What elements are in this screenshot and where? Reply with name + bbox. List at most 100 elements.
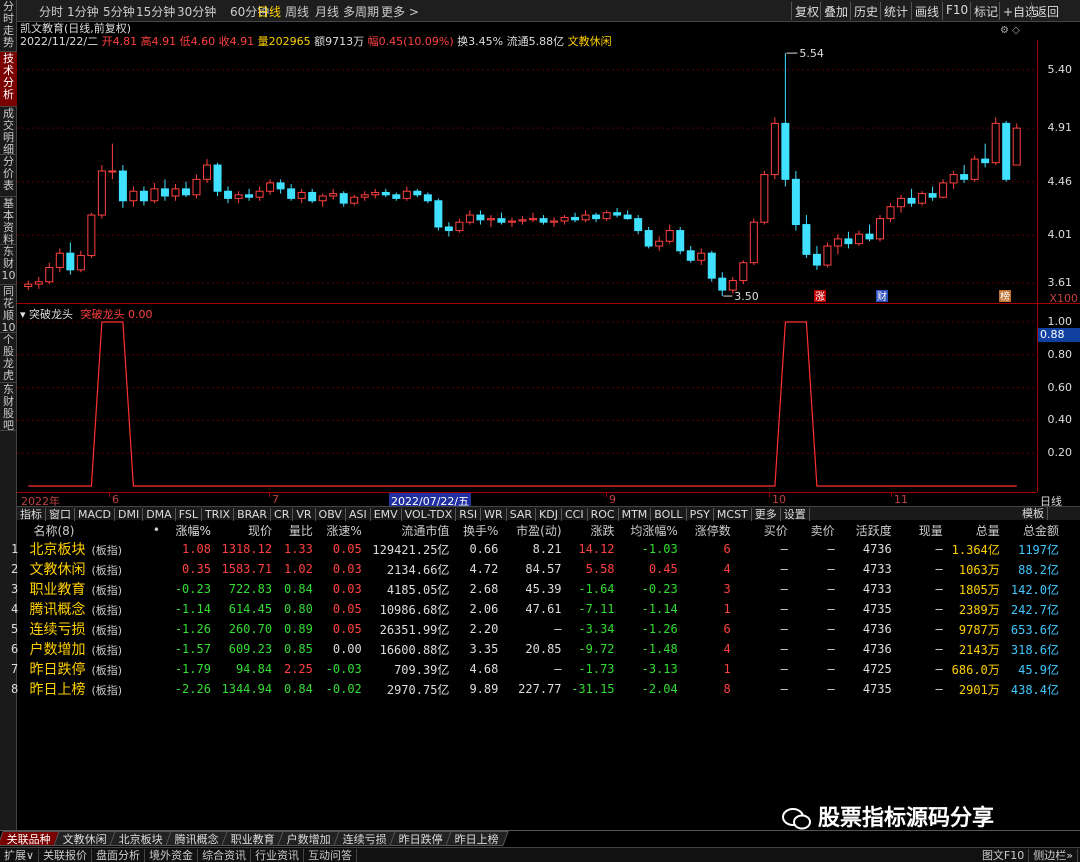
candle[interactable]: [770, 117, 779, 180]
candle[interactable]: [865, 224, 874, 242]
candle[interactable]: [476, 210, 485, 225]
col-header-13[interactable]: 买价: [735, 521, 792, 539]
indicator-tab-8[interactable]: CR: [271, 508, 294, 521]
indicator-tab-6[interactable]: TRIX: [202, 508, 235, 521]
candle[interactable]: [171, 184, 180, 201]
indicator-tab-16[interactable]: SAR: [507, 508, 537, 521]
indicator-tab-2[interactable]: MACD: [75, 508, 115, 521]
col-header-17[interactable]: 总量: [947, 521, 1004, 539]
period-8[interactable]: 月线: [315, 3, 339, 20]
candle[interactable]: [1012, 123, 1021, 166]
col-header-8[interactable]: 换手%: [453, 521, 502, 539]
toolbar-button-4[interactable]: 画线: [911, 2, 942, 20]
candle[interactable]: [907, 188, 916, 207]
cell-name[interactable]: 北京板块 (板指): [29, 539, 143, 559]
candle[interactable]: [518, 216, 527, 225]
related-tab-4[interactable]: 职业教育: [221, 831, 285, 846]
status-item-6[interactable]: 互动问答: [304, 849, 358, 862]
candle[interactable]: [749, 218, 758, 266]
col-header-5[interactable]: 量比: [276, 521, 317, 539]
candle[interactable]: [413, 188, 422, 198]
candle[interactable]: [255, 186, 264, 201]
candle[interactable]: [507, 217, 516, 227]
col-header-7[interactable]: 流通市值: [366, 521, 454, 539]
table-row[interactable]: 1 北京板块 (板指) 1.08 1318.12 1.33 0.05 129421.25亿 0.…: [5, 539, 1063, 559]
period-2[interactable]: 5分钟: [103, 3, 135, 20]
related-tab-8[interactable]: 昨日上榜: [445, 831, 509, 846]
status-item-2[interactable]: 盘面分析: [92, 849, 146, 862]
related-tab-7[interactable]: 昨日跌停: [389, 831, 453, 846]
toolbar-button-6[interactable]: 标记: [970, 2, 1001, 20]
indicator-tab-20[interactable]: MTM: [619, 508, 652, 521]
sidebar-tab-2[interactable]: 成交明细: [0, 107, 17, 156]
related-tab-0[interactable]: 关联品种: [0, 831, 61, 846]
candle[interactable]: [213, 162, 222, 197]
candle[interactable]: [455, 218, 464, 233]
candle[interactable]: [297, 188, 306, 204]
indicator-tab-12[interactable]: EMV: [371, 508, 402, 521]
candle[interactable]: [444, 222, 453, 237]
candle[interactable]: [718, 272, 727, 297]
candle[interactable]: [697, 248, 706, 266]
candle[interactable]: [181, 181, 190, 198]
sidebar-tab-3[interactable]: 分价表: [0, 155, 17, 197]
indicator-tab-10[interactable]: OBV: [316, 508, 346, 521]
indicator-tab-11[interactable]: ASI: [346, 508, 371, 521]
candle[interactable]: [108, 143, 117, 180]
indicator-tab-23[interactable]: MCST: [714, 508, 752, 521]
candle[interactable]: [833, 234, 842, 255]
candle[interactable]: [623, 210, 632, 220]
col-header-2[interactable]: •: [144, 521, 164, 539]
pane-gear-icon[interactable]: ⚙ ◇: [1000, 25, 1020, 36]
col-header-3[interactable]: 涨幅%: [164, 521, 215, 539]
period-4[interactable]: 30分钟: [177, 3, 216, 20]
period-6[interactable]: 日线: [257, 3, 281, 20]
toolbar-button-1[interactable]: 叠加: [820, 2, 851, 20]
period-3[interactable]: 15分钟: [136, 3, 175, 20]
col-header-11[interactable]: 均涨幅%: [619, 521, 682, 539]
candle[interactable]: [371, 188, 380, 199]
cell-name[interactable]: 职业教育 (板指): [29, 579, 143, 599]
candle[interactable]: [129, 186, 138, 207]
col-header-1[interactable]: 名称(8): [29, 521, 143, 539]
related-tab-2[interactable]: 北京板块: [109, 831, 173, 846]
table-row[interactable]: 3 职业教育 (板指) -0.23 722.83 0.84 0.03 4185.05亿 2.68…: [5, 579, 1063, 599]
candle[interactable]: [707, 250, 716, 282]
candle[interactable]: [203, 159, 212, 183]
cell-name[interactable]: 昨日上榜 (板指): [29, 679, 143, 699]
candlestick-chart[interactable]: 5.54 3.50 涨 财 榜: [17, 40, 1037, 302]
candle[interactable]: [350, 194, 359, 206]
candle[interactable]: [529, 212, 537, 223]
candle[interactable]: [465, 210, 474, 225]
candle[interactable]: [139, 186, 148, 206]
candle[interactable]: [949, 171, 958, 189]
candle[interactable]: [150, 182, 159, 204]
candle[interactable]: [571, 212, 580, 223]
toolbar-button-2[interactable]: 历史: [850, 2, 881, 20]
candle[interactable]: [760, 171, 769, 225]
candle[interactable]: [1002, 120, 1011, 182]
candle[interactable]: [192, 174, 201, 199]
candle[interactable]: [686, 246, 695, 263]
sidebar-tab-0[interactable]: 分时走势: [0, 0, 17, 52]
table-row[interactable]: 2 文教休闲 (板指) 0.35 1583.71 1.02 0.03 2134.66亿 4.72…: [5, 559, 1063, 579]
candle[interactable]: [34, 276, 43, 289]
table-row[interactable]: 7 昨日跌停 (板指) -1.79 94.84 2.25 -0.03 709.39亿 4.68 —…: [5, 659, 1063, 679]
col-header-9[interactable]: 市盈(动): [502, 521, 565, 539]
candle[interactable]: [423, 192, 432, 204]
candle[interactable]: [886, 203, 895, 223]
sidebar-tab-5[interactable]: 东财10: [0, 245, 17, 285]
indicator-tab-3[interactable]: DMI: [115, 508, 144, 521]
col-header-10[interactable]: 涨跌: [566, 521, 619, 539]
col-header-18[interactable]: 总金额: [1004, 521, 1063, 539]
sidebar-tab-6[interactable]: 同花顺10: [0, 285, 17, 334]
candle[interactable]: [791, 171, 800, 231]
candle[interactable]: [118, 165, 127, 208]
candle[interactable]: [939, 179, 948, 199]
col-header-16[interactable]: 现量: [896, 521, 947, 539]
sidebar-tab-7[interactable]: 个股龙虎: [0, 333, 17, 383]
status-item-5[interactable]: 行业资讯: [251, 849, 305, 862]
candle[interactable]: [918, 191, 927, 206]
candle[interactable]: [329, 188, 338, 200]
candle[interactable]: [308, 188, 317, 204]
